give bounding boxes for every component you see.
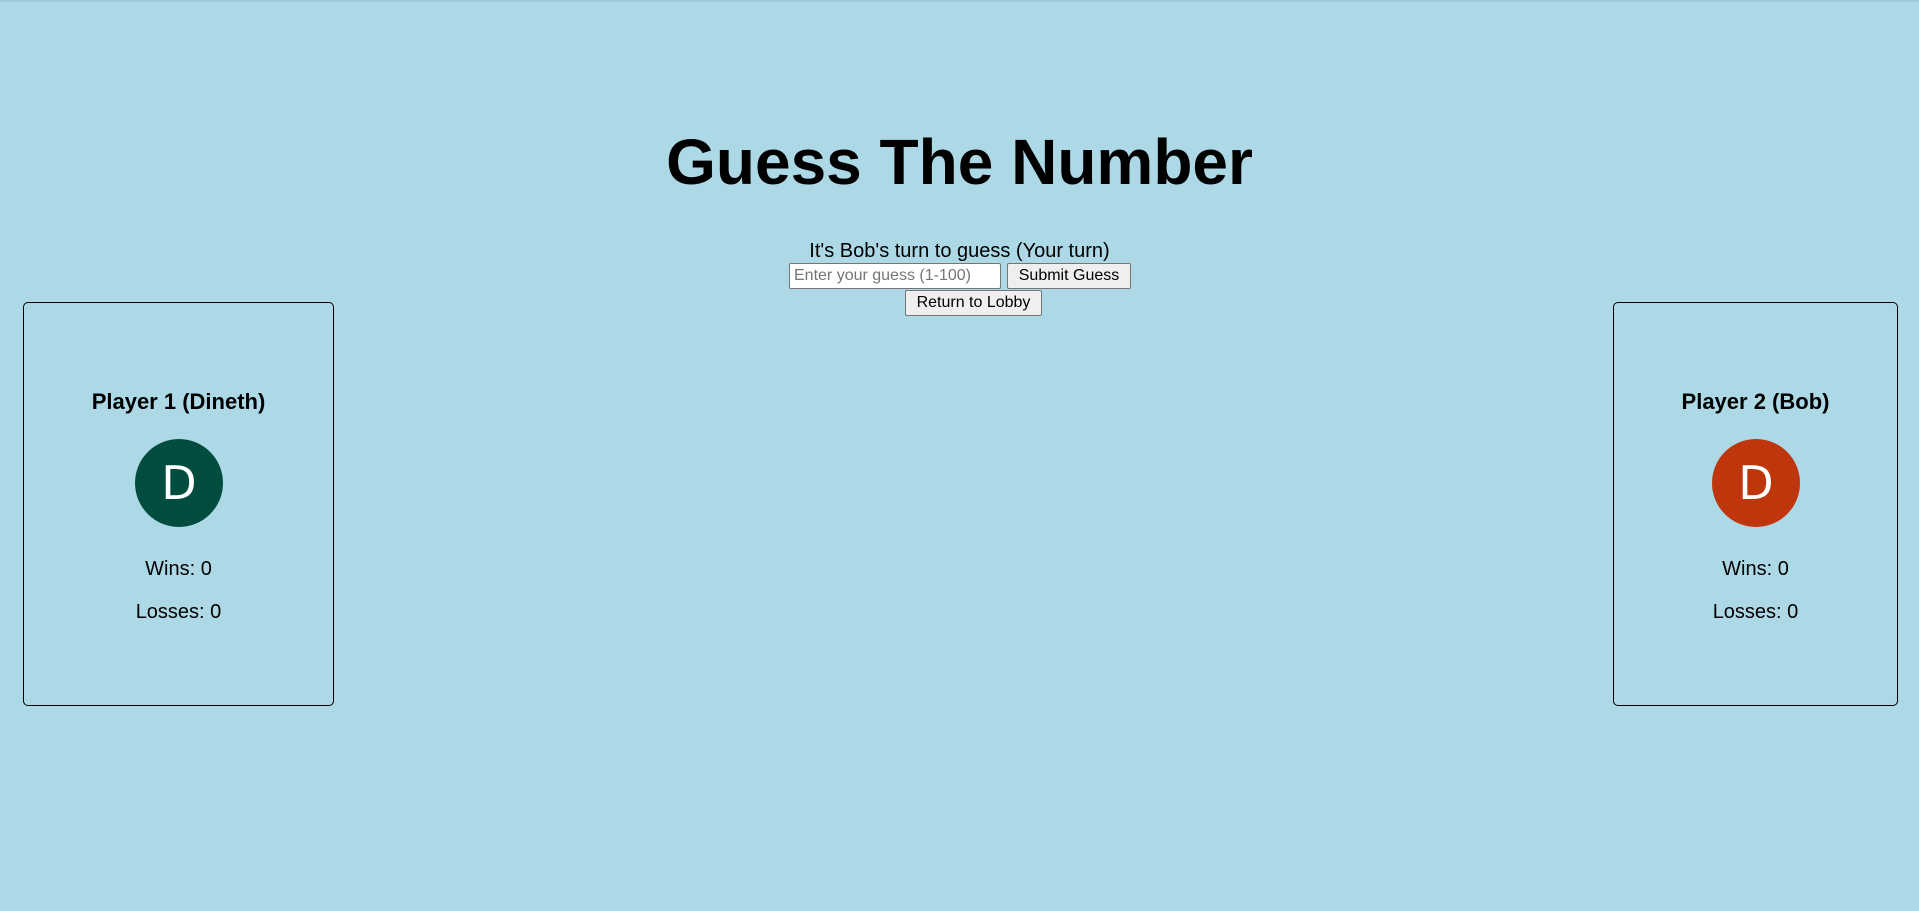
player-2-card: Player 2 (Bob) D Wins: 0 Losses: 0 [1613,302,1898,706]
submit-guess-button[interactable]: Submit Guess [1007,262,1131,289]
player-1-card: Player 1 (Dineth) D Wins: 0 Losses: 0 [23,302,334,706]
guess-form: Submit Guess [789,262,1131,289]
turn-message: It's Bob's turn to guess (Your turn) [809,240,1110,262]
player-2-wins: Wins: 0 [1722,558,1789,580]
player-2-avatar: D [1712,439,1800,527]
guess-input[interactable] [789,262,1001,289]
player-2-losses: Losses: 0 [1712,601,1799,623]
page-title: Guess The Number [666,126,1253,198]
game-page: Guess The Number It's Bob's turn to gues… [0,0,1919,911]
top-border [0,0,1919,2]
player-1-wins: Wins: 0 [145,558,212,580]
player-1-losses: Losses: 0 [135,601,222,623]
player-1-name: Player 1 (Dineth) [91,389,266,414]
player-1-avatar: D [135,439,223,527]
player-2-name: Player 2 (Bob) [1681,389,1830,414]
return-to-lobby-button[interactable]: Return to Lobby [905,290,1042,316]
